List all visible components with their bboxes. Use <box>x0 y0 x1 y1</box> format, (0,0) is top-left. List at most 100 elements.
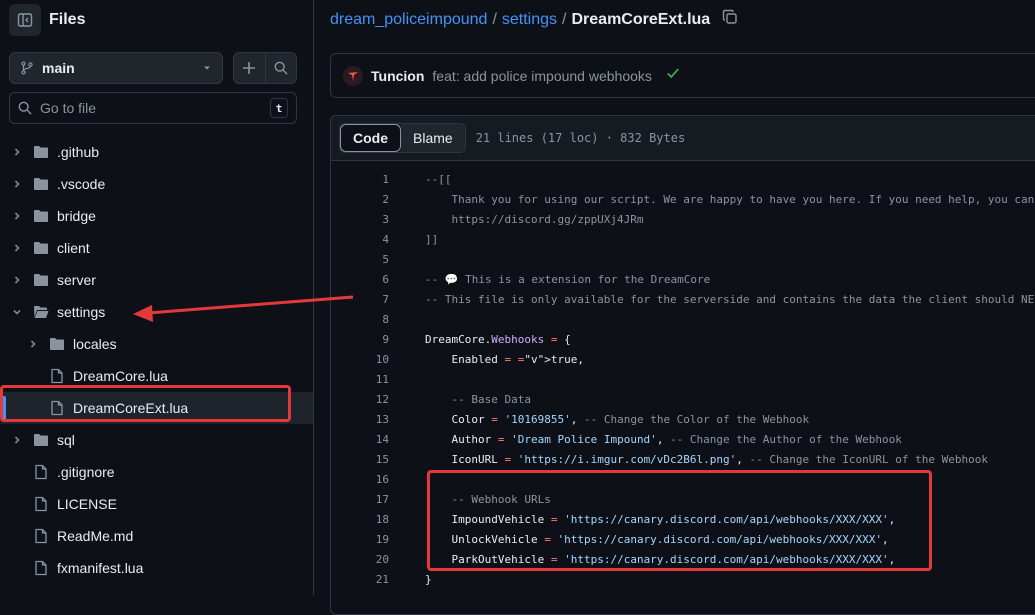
commit-message[interactable]: feat: add police impound webhooks <box>432 68 651 84</box>
line-number[interactable]: 13 <box>331 413 425 426</box>
chevron-right-icon[interactable] <box>9 432 25 448</box>
line-number[interactable]: 19 <box>331 533 425 546</box>
line-number[interactable]: 6 <box>331 273 425 286</box>
line-number[interactable]: 8 <box>331 313 425 326</box>
tab-code[interactable]: Code <box>340 124 401 152</box>
line-number[interactable]: 17 <box>331 493 425 506</box>
line-number[interactable]: 3 <box>331 213 425 226</box>
line-content: --[[ <box>425 172 452 186</box>
code-line: 13 Color = '10169855', -- Change the Col… <box>331 409 1035 429</box>
breadcrumb: dream_policeimpound / settings / DreamCo… <box>330 9 738 30</box>
code-line: 12 -- Base Data <box>331 389 1035 409</box>
code-line: 21} <box>331 569 1035 589</box>
line-number[interactable]: 7 <box>331 293 425 306</box>
line-number[interactable]: 10 <box>331 353 425 366</box>
file-icon <box>32 496 50 512</box>
line-content: Author = 'Dream Police Impound', -- Chan… <box>425 432 902 446</box>
caret-down-icon <box>204 66 210 70</box>
line-number[interactable]: 9 <box>331 333 425 346</box>
line-content: Thank you for using our script. We are h… <box>425 192 1035 206</box>
line-number[interactable]: 21 <box>331 573 425 586</box>
breadcrumb-folder-link[interactable]: settings <box>502 11 557 29</box>
code-line: 1 --[[ <box>331 169 1035 189</box>
chevron-down-icon[interactable] <box>9 304 25 320</box>
tree-folder-item[interactable]: server <box>0 264 313 296</box>
tree-item-label: DreamCoreExt.lua <box>73 400 189 416</box>
go-to-file-input[interactable]: Go to file t <box>9 92 297 124</box>
line-number[interactable]: 2 <box>331 193 425 206</box>
tree-file-item[interactable]: LICENSE <box>0 488 313 520</box>
chevron-right-icon[interactable] <box>9 272 25 288</box>
line-number[interactable]: 16 <box>331 473 425 486</box>
chevron-right-icon[interactable] <box>25 336 41 352</box>
line-number[interactable]: 11 <box>331 373 425 386</box>
line-number[interactable]: 14 <box>331 433 425 446</box>
chevron-right-icon[interactable] <box>9 208 25 224</box>
tree-folder-item[interactable]: .github <box>0 136 313 168</box>
status-check[interactable] <box>666 66 680 85</box>
breadcrumb-repo-link[interactable]: dream_policeimpound <box>330 11 487 29</box>
tree-item-label: client <box>57 240 90 256</box>
tree-folder-item[interactable]: bridge <box>0 200 313 232</box>
code-line: 5 <box>331 249 1035 269</box>
branch-selector[interactable]: main <box>9 52 223 84</box>
avatar[interactable] <box>343 65 363 86</box>
file-tree: .github .vscode bridge client server settings… <box>0 136 313 584</box>
copy-path-button[interactable] <box>722 9 738 30</box>
line-number[interactable]: 1 <box>331 173 425 186</box>
files-header: Files <box>9 4 85 36</box>
file-icon <box>32 464 50 480</box>
line-content: ParkOutVehicle = 'https://canary.discord… <box>425 552 896 566</box>
line-number[interactable]: 5 <box>331 253 425 266</box>
add-file-button[interactable] <box>234 53 266 83</box>
line-number[interactable]: 20 <box>331 553 425 566</box>
search-icon <box>18 101 32 115</box>
tree-file-item[interactable]: .gitignore <box>0 456 313 488</box>
code-line: 6 -- 💬 This is a extension for the DreamC… <box>331 269 1035 289</box>
line-number[interactable]: 12 <box>331 393 425 406</box>
line-number[interactable]: 15 <box>331 453 425 466</box>
chevron-right-icon[interactable] <box>9 240 25 256</box>
commit-author[interactable]: Tuncion <box>371 68 424 84</box>
tree-item-label: .vscode <box>57 176 106 192</box>
tree-folder-item[interactable]: settings <box>0 296 313 328</box>
tree-folder-item[interactable]: sql <box>0 424 313 456</box>
code-body[interactable]: 1 --[[2 Thank you for using our script. W… <box>331 161 1035 589</box>
tree-file-item[interactable]: ReadMe.md <box>0 520 313 552</box>
files-title: Files <box>49 11 86 28</box>
line-number[interactable]: 4 <box>331 233 425 246</box>
line-content: -- Base Data <box>451 392 531 406</box>
tree-item-label: sql <box>57 432 75 448</box>
search-files-button[interactable] <box>266 53 297 83</box>
code-line: 20 ParkOutVehicle = 'https://canary.disc… <box>331 549 1035 569</box>
collapse-sidebar-button[interactable] <box>9 4 41 36</box>
copy-icon <box>723 9 737 24</box>
check-icon <box>667 68 679 79</box>
code-viewer-header: Code Blame 21 lines (17 loc) · 832 Bytes <box>331 116 1035 161</box>
code-line: 15 IconURL = 'https://i.imgur.com/vDc2B6… <box>331 449 1035 469</box>
tree-file-item[interactable]: fxmanifest.lua <box>0 552 313 584</box>
tree-file-item[interactable]: DreamCore.lua <box>0 360 313 392</box>
tree-file-item[interactable]: DreamCoreExt.lua <box>0 392 313 424</box>
code-viewer: Code Blame 21 lines (17 loc) · 832 Bytes… <box>330 115 1035 615</box>
tab-blame[interactable]: Blame <box>401 124 465 152</box>
file-tree-sidebar: Files main Go to file t .github .vscode br… <box>0 0 314 595</box>
breadcrumb-separator: / <box>562 10 567 28</box>
tree-folder-item[interactable]: locales <box>0 328 313 360</box>
tree-item-label: locales <box>73 336 117 352</box>
tree-folder-item[interactable]: .vscode <box>0 168 313 200</box>
code-line: 17 -- Webhook URLs <box>331 489 1035 509</box>
main-content: dream_policeimpound / settings / DreamCo… <box>314 0 1035 615</box>
go-to-file-placeholder: Go to file <box>40 100 97 116</box>
line-content: DreamCore.Webhooks = { <box>425 332 571 346</box>
file-icon <box>32 560 50 576</box>
chevron-right-icon[interactable] <box>9 144 25 160</box>
line-content: ImpoundVehicle = 'https://canary.discord… <box>425 512 896 526</box>
tree-item-label: DreamCore.lua <box>73 368 168 384</box>
line-number[interactable]: 18 <box>331 513 425 526</box>
code-line: 18 ImpoundVehicle = 'https://canary.disc… <box>331 509 1035 529</box>
chevron-right-icon[interactable] <box>9 176 25 192</box>
tree-folder-item[interactable]: client <box>0 232 313 264</box>
file-icon <box>32 528 50 544</box>
